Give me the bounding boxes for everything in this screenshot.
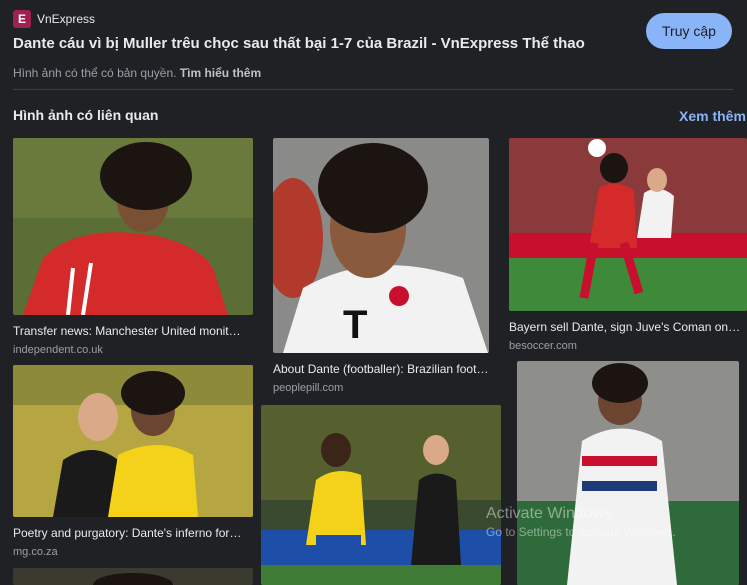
related-image-thumbnail[interactable] xyxy=(13,365,253,517)
related-image-card[interactable] xyxy=(13,568,253,585)
related-image-source: peoplepill.com xyxy=(273,382,344,394)
related-image-caption[interactable]: About Dante (footballer): Brazilian foot… xyxy=(273,362,489,376)
related-image-caption[interactable]: Transfer news: Manchester United monit… xyxy=(13,324,253,338)
related-image-card[interactable]: Poetry and purgatory: Dante's inferno fo… xyxy=(13,365,253,558)
copyright-text: Hình ảnh có thể có bản quyền. xyxy=(13,66,177,80)
copyright-notice: Hình ảnh có thể có bản quyền. Tìm hiểu t… xyxy=(13,66,261,80)
related-image-caption[interactable]: Bayern sell Dante, sign Juve's Coman on… xyxy=(509,320,747,334)
related-image-source: independent.co.uk xyxy=(13,344,103,356)
related-image-thumbnail[interactable] xyxy=(261,405,501,585)
source-row[interactable]: E VnExpress xyxy=(13,10,95,28)
related-image-thumbnail[interactable] xyxy=(509,138,747,311)
related-image-thumbnail[interactable]: T xyxy=(273,138,489,353)
learn-more-link[interactable]: Tìm hiểu thêm xyxy=(180,66,261,80)
related-image-card[interactable]: T About Dante (footballer): Brazilian fo… xyxy=(273,138,489,394)
related-image-card[interactable]: Bayern sell Dante, sign Juve's Coman on…… xyxy=(509,138,747,352)
related-image-caption[interactable]: Poetry and purgatory: Dante's inferno fo… xyxy=(13,526,253,540)
related-image-card[interactable] xyxy=(517,361,739,585)
related-image-card[interactable]: Transfer news: Manchester United monit… … xyxy=(13,138,253,356)
divider xyxy=(13,89,733,90)
related-image-card[interactable] xyxy=(261,405,501,585)
related-image-thumbnail[interactable] xyxy=(517,361,739,585)
svg-text:T: T xyxy=(343,303,367,347)
related-images-heading: Hình ảnh có liên quan xyxy=(13,107,159,123)
visit-button[interactable]: Truy cập xyxy=(646,13,732,49)
related-image-thumbnail[interactable] xyxy=(13,138,253,315)
related-image-source: besoccer.com xyxy=(509,340,577,352)
source-name[interactable]: VnExpress xyxy=(37,12,95,26)
related-image-thumbnail[interactable] xyxy=(13,568,253,585)
related-image-source: mg.co.za xyxy=(13,546,58,558)
see-more-link[interactable]: Xem thêm xyxy=(679,108,746,124)
page-title[interactable]: Dante cáu vì bị Muller trêu chọc sau thấ… xyxy=(13,35,585,52)
vnexpress-logo-icon: E xyxy=(13,10,31,28)
